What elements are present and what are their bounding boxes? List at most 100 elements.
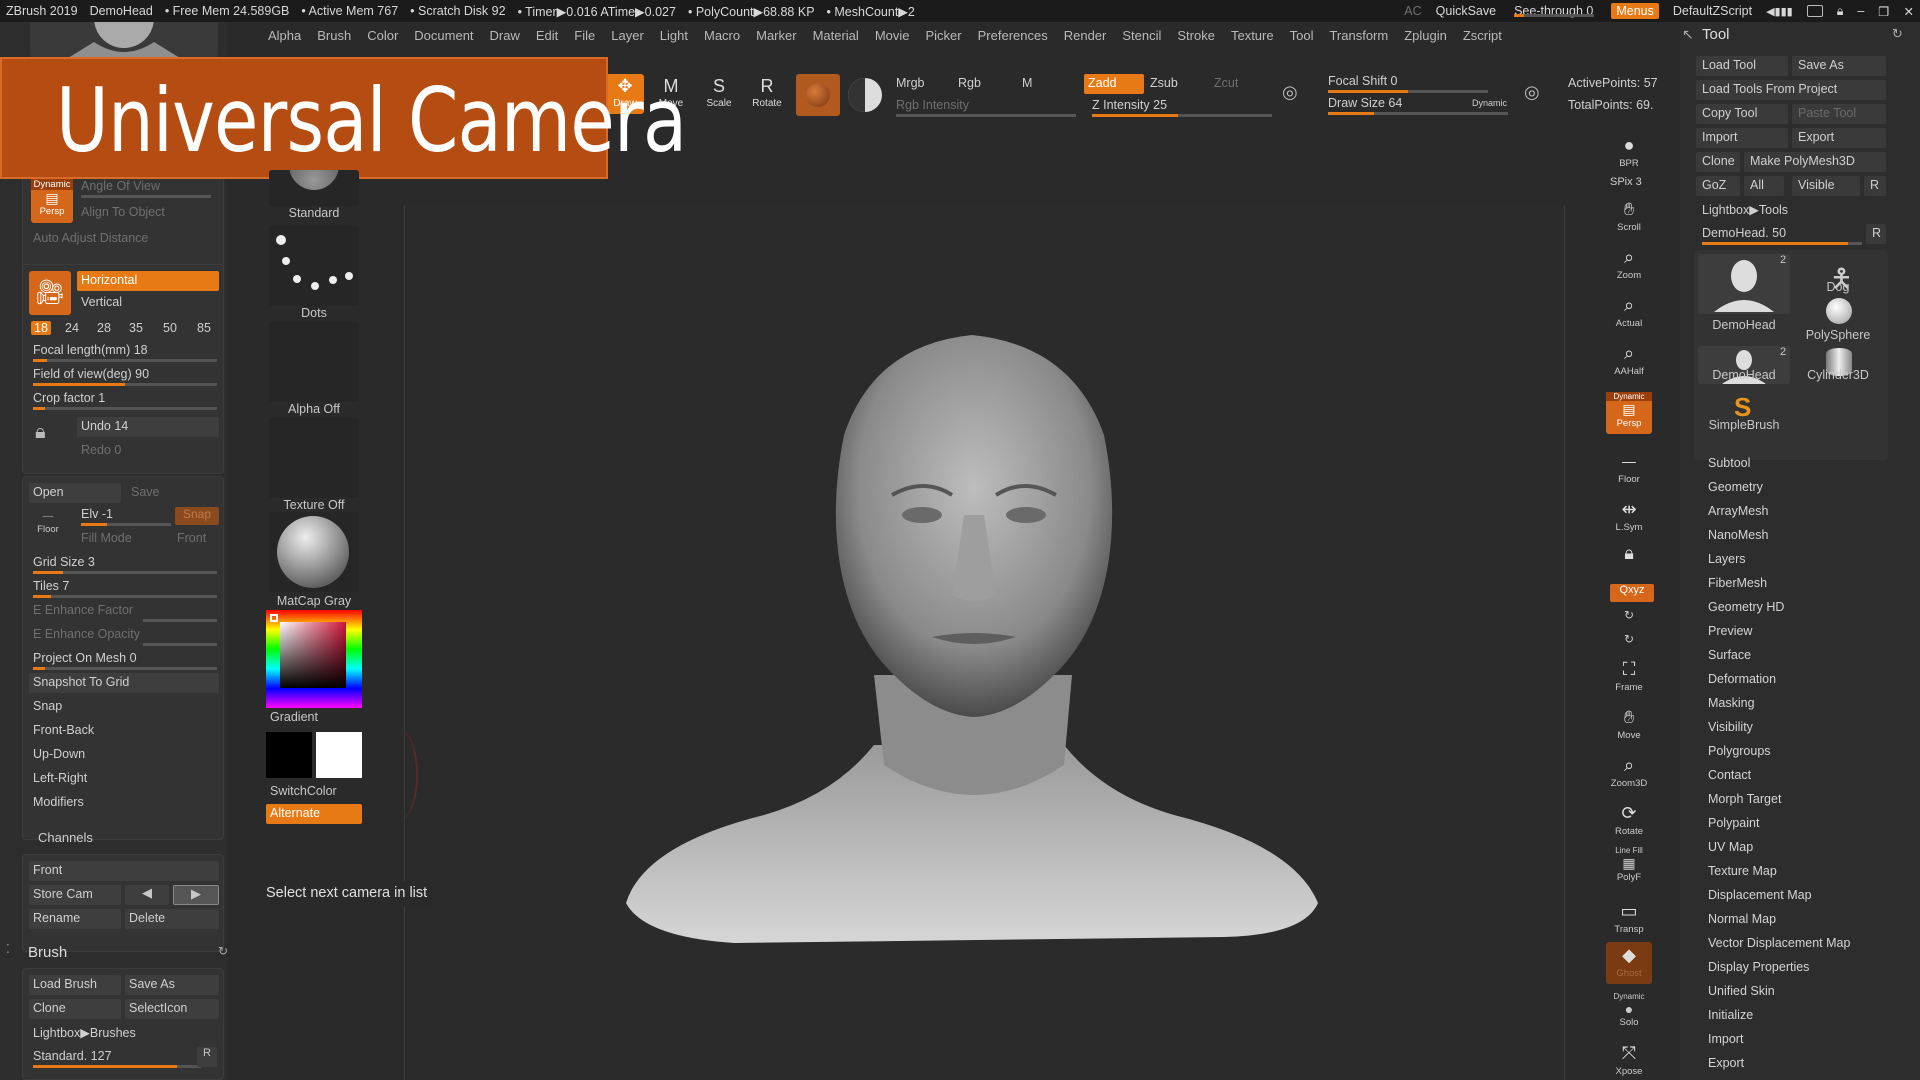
preview-section[interactable]: Preview (1708, 624, 1752, 638)
front-back-menu[interactable]: Front-Back (33, 723, 94, 737)
make-polymesh3d-button[interactable]: Make PolyMesh3D (1744, 152, 1886, 172)
ghost-button[interactable]: ◆ Ghost (1606, 942, 1652, 984)
tool-export-button[interactable]: Export (1792, 128, 1886, 148)
rotate-z-icon[interactable]: ↻ (1624, 632, 1634, 646)
zcut-button[interactable]: Zcut (1214, 76, 1238, 90)
texture-map-section[interactable]: Texture Map (1708, 864, 1777, 878)
rename-button[interactable]: Rename (29, 909, 121, 929)
shelf-persp-button[interactable]: Dynamic ▤ Persp (1606, 392, 1652, 434)
tool-import-button[interactable]: Import (1696, 128, 1788, 148)
grid-size-slider[interactable]: Grid Size 3 (33, 555, 95, 569)
focal-preset-28[interactable]: 28 (97, 321, 111, 335)
standard-brush-slider[interactable]: Standard. 127 (33, 1049, 112, 1063)
seethrough-slider[interactable]: See-through 0 (1510, 4, 1597, 18)
unified-skin-section[interactable]: Unified Skin (1708, 984, 1775, 998)
load-brush-button[interactable]: Load Brush (29, 975, 121, 995)
snapshot-to-grid-button[interactable]: Snapshot To Grid (29, 673, 219, 693)
contact-section[interactable]: Contact (1708, 768, 1751, 782)
menu-stencil[interactable]: Stencil (1114, 28, 1169, 43)
tiles-slider[interactable]: Tiles 7 (33, 579, 69, 593)
nanomesh-section[interactable]: NanoMesh (1708, 528, 1768, 542)
vertical-button[interactable]: Vertical (81, 295, 122, 309)
lock-icon[interactable]: 🔒︎ (1837, 4, 1844, 19)
menu-draw[interactable]: Draw (482, 28, 528, 43)
menu-brush[interactable]: Brush (309, 28, 359, 43)
align-to-object-button[interactable]: Align To Object (81, 205, 165, 219)
initialize-section[interactable]: Initialize (1708, 1008, 1753, 1022)
polyf-button[interactable]: Line Fill ▦ PolyF (1606, 846, 1652, 888)
masking-section[interactable]: Masking (1708, 696, 1755, 710)
shelf-lock-button[interactable]: 🔒︎ (1606, 540, 1652, 582)
menu-movie[interactable]: Movie (867, 28, 918, 43)
minimize-icon[interactable]: – (1857, 4, 1864, 18)
menu-macro[interactable]: Macro (696, 28, 748, 43)
menu-texture[interactable]: Texture (1223, 28, 1282, 43)
channels-header[interactable]: Channels (38, 830, 93, 845)
scroll-button[interactable]: ✋︎ Scroll (1606, 196, 1652, 238)
tool-thumb-demohead[interactable]: 2 (1698, 254, 1790, 314)
delete-button[interactable]: Delete (125, 909, 219, 929)
brush-palette-handle-icon[interactable]: ⁚ (6, 942, 10, 956)
standard-brush-swatch[interactable] (269, 170, 359, 206)
goz-button[interactable]: GoZ (1696, 176, 1740, 196)
polypaint-section[interactable]: Polypaint (1708, 816, 1759, 830)
canvas-viewport[interactable] (404, 205, 1564, 1080)
main-color-swatch[interactable] (316, 732, 362, 778)
menu-marker[interactable]: Marker (748, 28, 804, 43)
texture-swatch[interactable] (269, 418, 359, 498)
displacement-map-section[interactable]: Displacement Map (1708, 888, 1812, 902)
load-tools-from-project-button[interactable]: Load Tools From Project (1696, 80, 1886, 100)
geometry-section[interactable]: Geometry (1708, 480, 1763, 494)
deformation-section[interactable]: Deformation (1708, 672, 1776, 686)
menu-render[interactable]: Render (1056, 28, 1115, 43)
store-cam-button[interactable]: Store Cam (29, 885, 121, 905)
fov-slider[interactable]: Field of view(deg) 90 (33, 367, 149, 381)
layout-icon[interactable]: ◀▮▮▮ (1766, 5, 1793, 18)
menu-picker[interactable]: Picker (918, 28, 970, 43)
undo-button[interactable]: Undo 14 (77, 417, 219, 437)
camera-icon-button[interactable]: 🎥︎ (29, 271, 71, 315)
next-camera-button[interactable]: ▶ (173, 885, 219, 905)
bpr-button[interactable]: ● BPR (1606, 132, 1652, 174)
menu-preferences[interactable]: Preferences (970, 28, 1056, 43)
lightbox-tools-button[interactable]: Lightbox▶Tools (1702, 202, 1788, 217)
xyz-button[interactable]: Qxyz (1610, 584, 1654, 602)
menu-light[interactable]: Light (652, 28, 696, 43)
snap-button[interactable]: Snap (175, 507, 219, 525)
export-section[interactable]: Export (1708, 1056, 1744, 1070)
zoom3d-button[interactable]: ⌕ Zoom3D (1606, 752, 1652, 794)
lsym-button[interactable]: ⇹ L.Sym (1606, 496, 1652, 538)
menu-edit[interactable]: Edit (528, 28, 566, 43)
display-properties-section[interactable]: Display Properties (1708, 960, 1809, 974)
floor-button[interactable]: ⏤ Floor (31, 507, 65, 543)
color-swatch[interactable] (848, 78, 882, 112)
goz-all-button[interactable]: All (1744, 176, 1784, 196)
horizontal-button[interactable]: Horizontal (77, 271, 219, 291)
menu-color[interactable]: Color (359, 28, 406, 43)
demohead-slider[interactable]: DemoHead. 50 (1702, 226, 1786, 240)
vector-displacement-map-section[interactable]: Vector Displacement Map (1708, 936, 1850, 950)
paste-tool-button[interactable]: Paste Tool (1792, 104, 1886, 124)
spix-slider[interactable]: SPix 3 (1610, 176, 1642, 188)
zsub-button[interactable]: Zsub (1150, 76, 1178, 90)
rotate-button[interactable]: R Rotate (748, 74, 786, 114)
e-enhance-opacity-slider[interactable]: E Enhance Opacity (33, 627, 140, 641)
focal-length-slider[interactable]: Focal length(mm) 18 (33, 343, 148, 357)
prev-camera-button[interactable]: ◀ (125, 885, 169, 905)
surface-section[interactable]: Surface (1708, 648, 1751, 662)
channel-front-field[interactable]: Front (29, 861, 219, 881)
rgb-button[interactable]: Rgb (958, 76, 981, 90)
quicksave-button[interactable]: QuickSave (1436, 4, 1496, 18)
modifiers-menu[interactable]: Modifiers (33, 795, 84, 809)
open-button[interactable]: Open (29, 483, 121, 503)
frame-button[interactable]: ⛶ Frame (1606, 656, 1652, 698)
demohead-r-button[interactable]: R (1866, 224, 1886, 244)
brush-palette-header[interactable]: Brush (28, 944, 67, 961)
secondary-color-swatch[interactable] (266, 732, 312, 778)
switch-color-button[interactable]: SwitchColor (270, 784, 366, 798)
m-button[interactable]: M (1022, 76, 1032, 90)
focal-preset-50[interactable]: 50 (163, 321, 177, 335)
brush-clone-button[interactable]: Clone (29, 999, 121, 1019)
dots-stroke-swatch[interactable] (269, 226, 359, 306)
menu-alpha[interactable]: Alpha (260, 28, 309, 43)
